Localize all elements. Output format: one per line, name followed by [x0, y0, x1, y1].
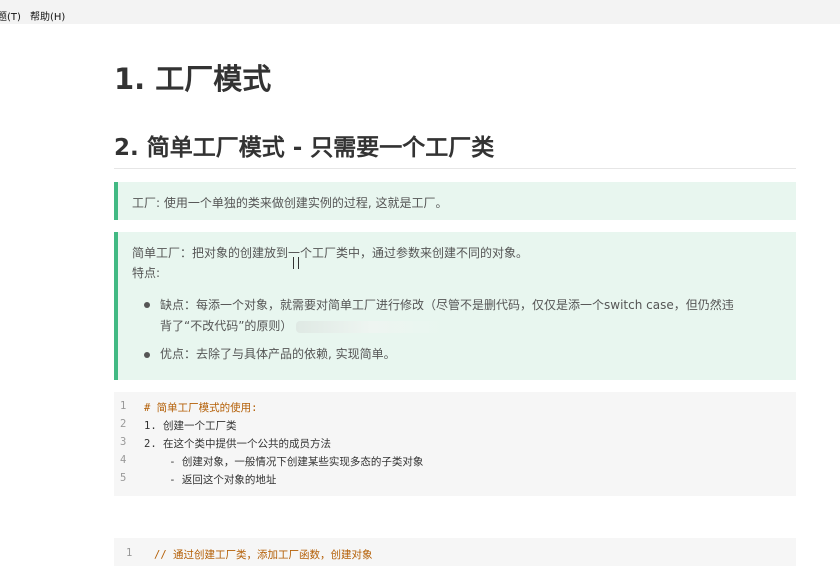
code-line: - 返回这个对象的地址 — [144, 474, 277, 486]
blockquote-simple-factory: 简单工厂：把对象的创建放到一个工厂类中，通过参数来创建不同的对象。 特点: 缺点… — [114, 232, 796, 380]
line-number: 2 — [120, 418, 127, 430]
bullet-icon — [144, 352, 150, 358]
menu-item-help[interactable]: 帮助(H) — [30, 8, 65, 23]
code-line: 2. 在这个类中提供一个公共的成员方法 — [144, 438, 331, 450]
text-cursor-icon — [293, 257, 299, 269]
code-block[interactable]: 1 # 简单工厂模式的使用: 2 1. 创建一个工厂类 3 2. 在这个类中提供… — [114, 392, 796, 496]
line-number: 1 — [120, 400, 127, 412]
code-line: 1. 创建一个工厂类 — [144, 420, 237, 432]
code-line: // 通过创建工厂类，添加工厂函数，创建对象 — [154, 549, 373, 561]
blockquote-factory: 工厂: 使用一个单独的类来做创建实例的过程, 这就是工厂。 — [114, 182, 796, 220]
line-number: 4 — [120, 454, 127, 466]
line-number: 3 — [120, 436, 127, 448]
list-item: 优点：去除了与具体产品的依赖, 实现简单。 — [160, 347, 396, 361]
menu-item-theme[interactable]: 题(T) — [0, 8, 21, 23]
code-block[interactable]: 1 // 通过创建工厂类，添加工厂函数，创建对象 — [114, 538, 796, 566]
bullet-icon — [144, 302, 150, 308]
blockquote-text: 特点: — [132, 266, 161, 280]
heading-divider — [114, 168, 796, 169]
line-number: 5 — [120, 472, 127, 484]
blockquote-text: 简单工厂：把对象的创建放到一个工厂类中，通过参数来创建不同的对象。 — [132, 246, 529, 260]
blurred-region — [296, 320, 447, 333]
code-line: - 创建对象，一般情况下创建某些实现多态的子类对象 — [144, 456, 424, 468]
list-item-text: 缺点：每添一个对象，就需要对简单工厂进行修改（尽管不是删代码，仅仅是添一个swi… — [160, 298, 734, 312]
blockquote-text: 工厂: 使用一个单独的类来做创建实例的过程, 这就是工厂。 — [132, 196, 448, 210]
menu-bar: 题(T) 帮助(H) — [0, 0, 840, 24]
list-item-text: 背了“不改代码”的原则） — [160, 319, 293, 333]
code-line: # 简单工厂模式的使用: — [144, 402, 258, 414]
heading-2: 2. 简单工厂模式 - 只需要一个工厂类 — [114, 135, 495, 161]
line-number: 1 — [126, 547, 133, 559]
heading-1: 1. 工厂模式 — [114, 62, 272, 96]
list-item: 缺点：每添一个对象，就需要对简单工厂进行修改（尽管不是删代码，仅仅是添一个swi… — [160, 295, 796, 337]
